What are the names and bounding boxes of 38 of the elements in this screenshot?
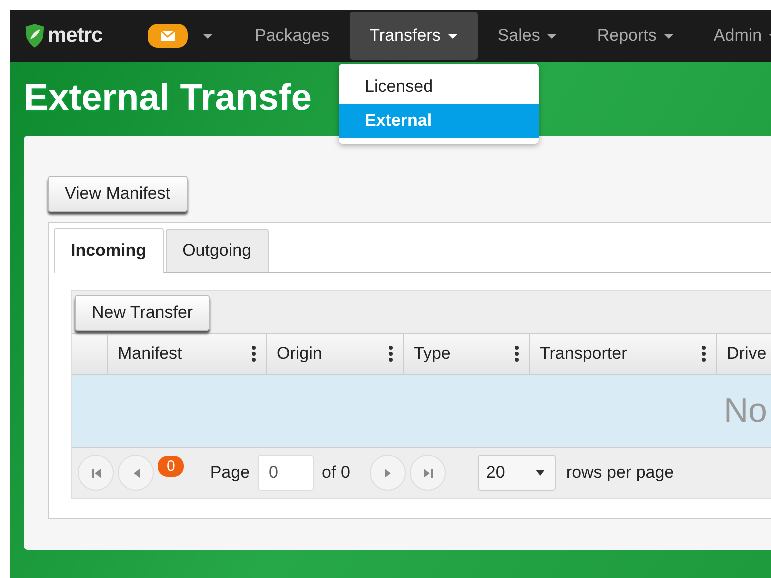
column-title: Origin (277, 344, 322, 364)
brand-name[interactable]: metrc (48, 24, 103, 48)
shield-leaf-icon (24, 24, 46, 48)
count-badge: 0 (158, 456, 184, 477)
column-menu-icon[interactable] (702, 346, 706, 362)
nav-menu-item[interactable]: Reports (577, 12, 694, 60)
tab[interactable]: Incoming (54, 228, 164, 273)
page-number-field[interactable]: 0 (258, 455, 314, 491)
last-page-icon (424, 468, 433, 478)
column-menu-icon[interactable] (515, 346, 519, 362)
first-page-icon (92, 468, 100, 478)
nav-menu-item[interactable]: Sales (478, 12, 578, 60)
nav-menu-item[interactable]: Transfers (350, 12, 478, 60)
column-title: Drive (727, 344, 767, 364)
column-title: Manifest (118, 344, 182, 364)
column-menu-icon[interactable] (252, 346, 256, 362)
column-menu-icon[interactable] (389, 346, 393, 362)
envelope-icon (161, 31, 175, 41)
no-records-message: No (724, 392, 768, 430)
column-title: Type (414, 344, 451, 364)
dropdown-item[interactable]: Licensed (339, 70, 539, 104)
column-title: Transporter (540, 344, 628, 364)
view-manifest-button[interactable]: View Manifest (48, 176, 188, 212)
previous-page-icon (132, 468, 140, 478)
rows-per-page-label: rows per page (566, 463, 674, 483)
dropdown-arrow-icon (536, 470, 546, 476)
new-transfer-button[interactable]: New Transfer (75, 295, 210, 331)
nav-menu-item[interactable]: Packages (235, 12, 350, 60)
page-size-dropdown[interactable]: 20 (478, 455, 556, 491)
mail-menu[interactable] (148, 24, 213, 48)
page-label: Page (210, 463, 250, 483)
next-page-icon (384, 468, 392, 478)
last-page-button[interactable] (410, 455, 446, 491)
nav-menu-item[interactable]: Admin (694, 12, 771, 60)
page-count-text: of 0 (322, 463, 350, 483)
page-title: External Transfe (24, 76, 312, 120)
tab[interactable]: Outgoing (166, 229, 269, 272)
first-page-button[interactable] (78, 455, 114, 491)
